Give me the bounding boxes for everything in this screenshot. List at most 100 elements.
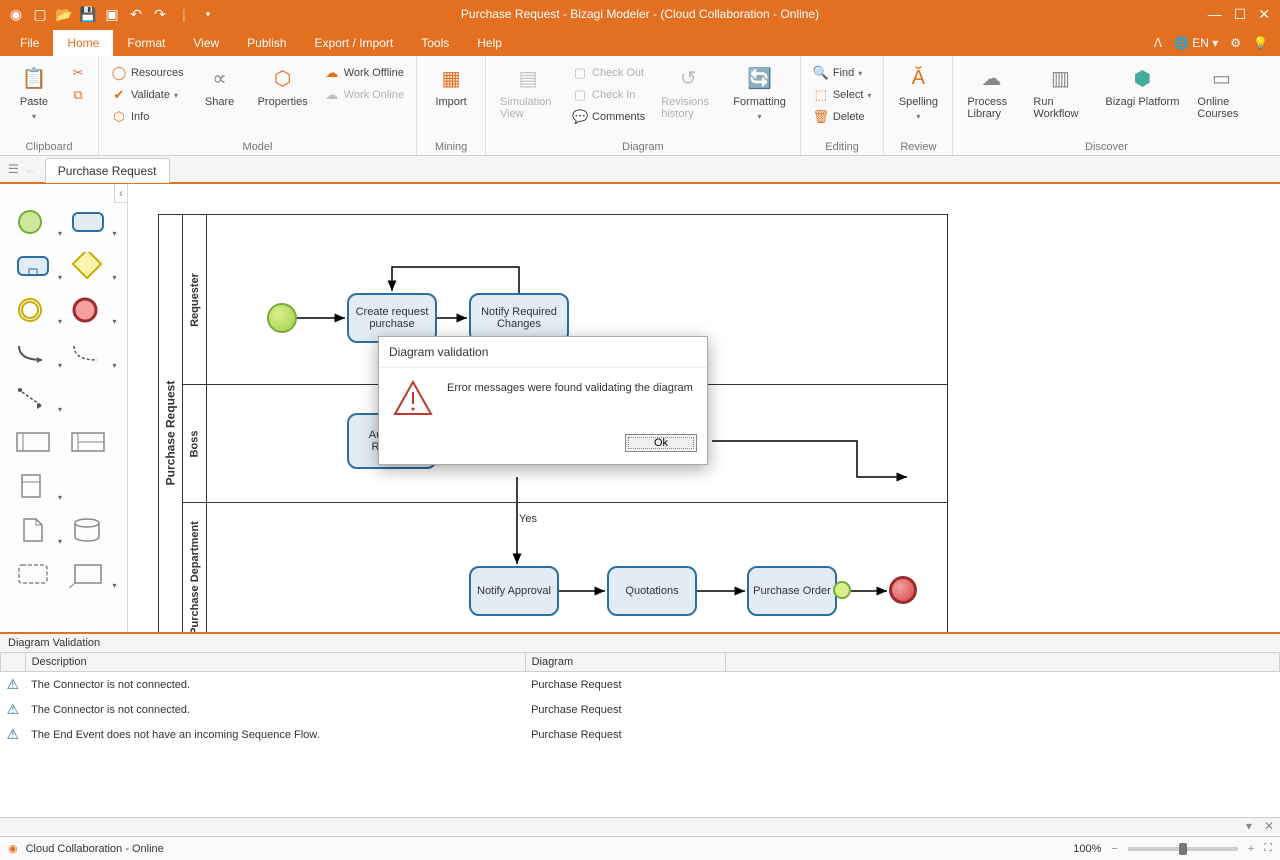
task-quotations[interactable]: Quotations bbox=[607, 566, 697, 616]
palette-data-object[interactable] bbox=[14, 516, 54, 544]
copy-button[interactable]: ⧉ bbox=[68, 86, 88, 104]
formatting-button[interactable]: 🔄 Formatting ▾ bbox=[729, 60, 790, 125]
palette-intermediate-event[interactable] bbox=[14, 296, 54, 324]
palette-gateway[interactable] bbox=[69, 252, 109, 280]
fit-screen-button[interactable]: ⛶ bbox=[1264, 842, 1272, 855]
comments-button[interactable]: 💬Comments bbox=[570, 108, 647, 126]
tab-help[interactable]: Help bbox=[463, 30, 516, 56]
settings-icon[interactable]: ⚙ bbox=[1230, 36, 1241, 50]
palette-collapse-icon[interactable]: ‹ bbox=[114, 184, 127, 203]
task-purchase-order[interactable]: Purchase Order bbox=[747, 566, 837, 616]
minimize-button[interactable]: — bbox=[1208, 6, 1222, 23]
tab-publish[interactable]: Publish bbox=[233, 30, 300, 56]
diagram-list-icon[interactable]: ☰ bbox=[8, 162, 19, 176]
qat-more-icon[interactable]: ▾ bbox=[200, 6, 216, 22]
close-panel-icon[interactable]: ✕ bbox=[1264, 819, 1274, 833]
paste-button[interactable]: 📋 Paste ▾ bbox=[10, 60, 58, 125]
palette-task[interactable] bbox=[69, 208, 109, 236]
validation-row[interactable]: ⚠ The Connector is not connected. Purcha… bbox=[1, 672, 1280, 698]
validation-panel: Diagram Validation Description Diagram ⚠… bbox=[0, 632, 1280, 833]
palette-milestone[interactable] bbox=[14, 472, 54, 500]
lane-purchase-dept-title[interactable]: Purchase Department bbox=[183, 503, 207, 632]
select-button[interactable]: ⬚Select ▾ bbox=[811, 86, 874, 104]
paste-icon: 📋 bbox=[20, 64, 48, 92]
end-event[interactable] bbox=[889, 576, 917, 604]
task-notify-approval[interactable]: Notify Approval bbox=[469, 566, 559, 616]
palette-group[interactable] bbox=[14, 560, 54, 588]
start-event[interactable] bbox=[267, 303, 297, 333]
work-online-icon: ☁ bbox=[324, 87, 340, 103]
qat-undo-icon[interactable]: ↶ bbox=[128, 6, 144, 22]
validation-row[interactable]: ⚠ The Connector is not connected. Purcha… bbox=[1, 697, 1280, 722]
qat-redo-icon[interactable]: ↷ bbox=[152, 6, 168, 22]
spelling-button[interactable]: Ă Spelling ▾ bbox=[894, 60, 942, 125]
find-label: Find bbox=[833, 67, 854, 79]
delete-button[interactable]: 🗑Delete bbox=[811, 108, 874, 126]
zoom-thumb[interactable] bbox=[1179, 843, 1187, 855]
palette-subprocess[interactable] bbox=[14, 252, 54, 280]
lane-purchase-dept[interactable]: Purchase Department Notify Approval Quot… bbox=[183, 503, 947, 632]
find-button[interactable]: 🔍Find ▾ bbox=[811, 64, 874, 82]
bizagi-platform-button[interactable]: ⬢ Bizagi Platform bbox=[1101, 60, 1183, 112]
palette-end-event[interactable] bbox=[69, 296, 109, 324]
resources-button[interactable]: ◯Resources bbox=[109, 64, 186, 82]
col-description[interactable]: Description bbox=[25, 653, 525, 672]
tab-export-import[interactable]: Export / Import bbox=[301, 30, 408, 56]
validate-button[interactable]: ✔Validate ▾ bbox=[109, 86, 186, 104]
palette-data-store[interactable] bbox=[69, 516, 109, 544]
validation-row[interactable]: ⚠ The End Event does not have an incomin… bbox=[1, 722, 1280, 747]
language-button[interactable]: 🌐 EN ▾ bbox=[1174, 36, 1218, 50]
zoom-out-button[interactable]: − bbox=[1111, 843, 1117, 855]
zoom-slider[interactable] bbox=[1128, 847, 1238, 851]
info-button[interactable]: ⬡Info bbox=[109, 108, 186, 126]
menubar-right: ᐱ 🌐 EN ▾ ⚙ 💡 bbox=[1154, 36, 1280, 56]
float-panel-icon[interactable]: ▾ bbox=[1246, 819, 1252, 833]
pool-title[interactable]: Purchase Request bbox=[159, 215, 183, 632]
properties-button[interactable]: ⬡ Properties bbox=[254, 60, 312, 112]
palette-message-flow[interactable] bbox=[69, 340, 109, 368]
qat-save-icon[interactable]: 💾 bbox=[80, 6, 96, 22]
tab-tools[interactable]: Tools bbox=[407, 30, 463, 56]
online-courses-button[interactable]: ▭ Online Courses bbox=[1193, 60, 1249, 124]
validation-panel-title: Diagram Validation bbox=[0, 634, 1280, 652]
properties-icon: ⬡ bbox=[269, 64, 297, 92]
tab-home[interactable]: Home bbox=[53, 30, 113, 56]
tab-file[interactable]: File bbox=[0, 30, 53, 56]
maximize-button[interactable]: ☐ bbox=[1234, 6, 1247, 23]
work-offline-button[interactable]: ☁Work Offline bbox=[322, 64, 406, 82]
palette-pool[interactable] bbox=[14, 428, 54, 456]
group-discover: ☁ Process Library ▥ Run Workflow ⬢ Bizag… bbox=[953, 56, 1259, 155]
palette-association[interactable] bbox=[14, 384, 54, 412]
palette-annotation[interactable] bbox=[69, 560, 109, 588]
tab-format[interactable]: Format bbox=[113, 30, 179, 56]
intermediate-event[interactable] bbox=[833, 581, 851, 599]
palette-start-event[interactable] bbox=[14, 208, 54, 236]
qat-new-icon[interactable]: ▢ bbox=[32, 6, 48, 22]
document-tab[interactable]: Purchase Request bbox=[45, 158, 170, 183]
process-library-label: Process Library bbox=[967, 96, 1015, 120]
tab-view[interactable]: View bbox=[179, 30, 233, 56]
share-label: Share bbox=[205, 96, 234, 108]
qat-saveall-icon[interactable]: ▣ bbox=[104, 6, 120, 22]
lane-requester-title[interactable]: Requester bbox=[183, 215, 207, 384]
close-button[interactable]: ✕ bbox=[1258, 6, 1270, 23]
qat-open-icon[interactable]: 📂 bbox=[56, 6, 72, 22]
back-icon[interactable]: ← bbox=[25, 162, 37, 176]
checkin-button: ▢Check In bbox=[570, 86, 647, 104]
zoom-in-button[interactable]: + bbox=[1248, 843, 1254, 855]
process-library-icon: ☁ bbox=[977, 64, 1005, 92]
process-library-button[interactable]: ☁ Process Library bbox=[963, 60, 1019, 124]
collapse-ribbon-icon[interactable]: ᐱ bbox=[1154, 36, 1162, 50]
col-diagram[interactable]: Diagram bbox=[525, 653, 725, 672]
group-review-label: Review bbox=[900, 139, 936, 153]
import-button[interactable]: ▦ Import bbox=[427, 60, 475, 112]
ok-button[interactable]: Ok bbox=[625, 434, 697, 452]
share-button[interactable]: ∝ Share bbox=[196, 60, 244, 112]
work-offline-icon: ☁ bbox=[324, 65, 340, 81]
idea-icon[interactable]: 💡 bbox=[1253, 36, 1268, 50]
run-workflow-button[interactable]: ▥ Run Workflow bbox=[1029, 60, 1091, 124]
palette-lane[interactable] bbox=[69, 428, 109, 456]
palette-sequence-flow[interactable] bbox=[14, 340, 54, 368]
lane-boss-title[interactable]: Boss bbox=[183, 385, 207, 502]
cut-button[interactable]: ✂ bbox=[68, 64, 88, 82]
